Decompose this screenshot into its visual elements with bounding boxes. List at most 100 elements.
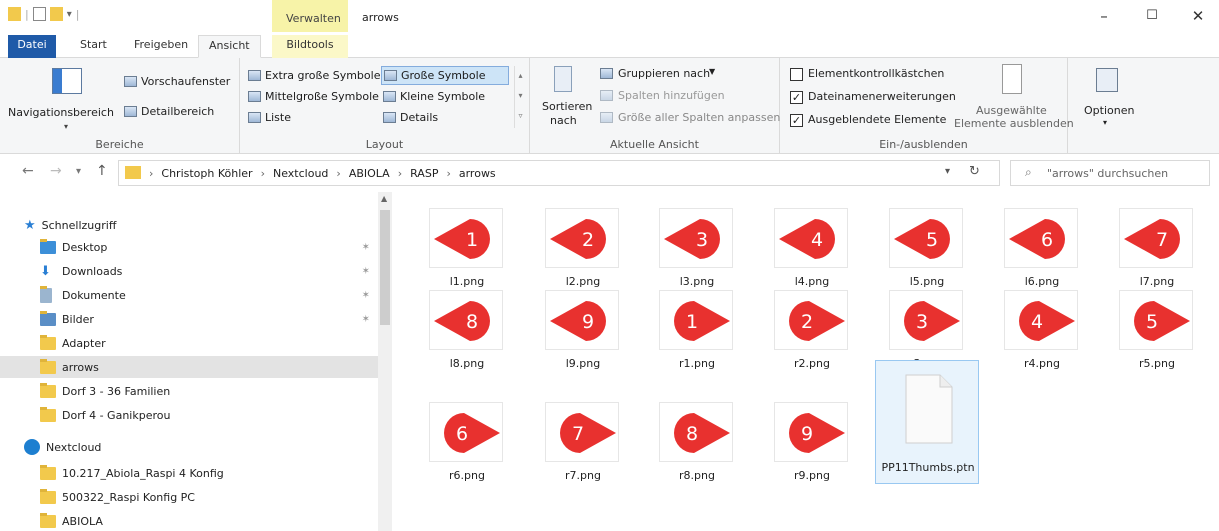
breadcrumb-item[interactable]: Nextcloud bbox=[273, 167, 328, 180]
manage-context-tab[interactable]: Verwalten bbox=[272, 0, 348, 32]
file-thumbnail: 9 bbox=[774, 402, 848, 462]
sort-by-button[interactable]: Sortieren bbox=[542, 100, 592, 113]
file-item[interactable]: PP11Thumbs.ptn bbox=[875, 360, 979, 484]
breadcrumb-item[interactable]: arrows bbox=[459, 167, 496, 180]
nav-quick-access[interactable]: ★ Schnellzugriff bbox=[24, 214, 362, 236]
address-bar[interactable]: › Christoph Köhler › Nextcloud › ABIOLA … bbox=[118, 160, 1000, 186]
group-label: Ein-/ausblenden bbox=[879, 138, 968, 151]
up-button[interactable]: ↑ bbox=[96, 163, 108, 179]
layout-list[interactable]: Liste bbox=[246, 108, 381, 127]
tab-view[interactable]: Ansicht bbox=[198, 35, 261, 58]
properties-icon[interactable] bbox=[32, 7, 46, 21]
qat-dropdown-icon[interactable]: ▾ bbox=[67, 9, 72, 20]
scrollbar-thumb[interactable] bbox=[380, 210, 390, 325]
arrow-marker-icon: 8 bbox=[674, 413, 730, 453]
nav-documents[interactable]: Dokumente ✶ bbox=[40, 284, 378, 306]
details-pane-button[interactable]: Detailbereich bbox=[141, 105, 214, 118]
layout-small-icons[interactable]: Kleine Symbole bbox=[381, 87, 509, 106]
chevron-down-icon[interactable]: ▼ bbox=[709, 67, 715, 76]
nav-desktop[interactable]: Desktop ✶ bbox=[40, 236, 378, 258]
size-columns-button[interactable]: Größe aller Spalten anpassen bbox=[618, 111, 780, 124]
options-button[interactable]: Optionen bbox=[1084, 104, 1134, 117]
layout-medium-icons[interactable]: Mittelgroße Symbole bbox=[246, 87, 381, 106]
folder-icon bbox=[40, 334, 56, 350]
close-button[interactable]: ✕ bbox=[1188, 6, 1208, 26]
back-button[interactable]: ← bbox=[22, 163, 34, 179]
layout-extra-large-icons[interactable]: Extra große Symbole bbox=[246, 66, 381, 85]
navigation-pane-button[interactable]: Navigationsbereich bbox=[8, 106, 114, 119]
nav-scrollbar[interactable]: ▲ bbox=[378, 192, 392, 531]
file-item[interactable]: 9 r9.png bbox=[760, 392, 864, 502]
arrow-number: 6 bbox=[1041, 229, 1053, 251]
file-name: PP11Thumbs.ptn bbox=[881, 461, 975, 474]
breadcrumb-item[interactable]: Christoph Köhler bbox=[161, 167, 252, 180]
chevron-down-icon[interactable]: ▾ bbox=[64, 122, 68, 131]
file-item[interactable]: 2 r2.png bbox=[760, 280, 864, 390]
breadcrumb-item[interactable]: ABIOLA bbox=[349, 167, 390, 180]
sort-by-button-2[interactable]: nach bbox=[550, 114, 577, 127]
layout-details[interactable]: Details bbox=[381, 108, 509, 127]
pin-icon[interactable]: ✶ bbox=[362, 314, 370, 325]
maximize-button[interactable]: ☐ bbox=[1142, 6, 1162, 26]
file-name: r5.png bbox=[1139, 357, 1175, 370]
file-item[interactable]: 5 r5.png bbox=[1105, 280, 1209, 390]
file-name: r2.png bbox=[794, 357, 830, 370]
file-thumbnail: 7 bbox=[545, 402, 619, 462]
nextcloud-icon bbox=[24, 439, 40, 455]
file-item[interactable]: 4 r4.png bbox=[990, 280, 1094, 390]
pin-icon[interactable]: ✶ bbox=[362, 266, 370, 277]
separator: | bbox=[25, 7, 29, 21]
file-thumbnail: 8 bbox=[429, 290, 503, 350]
arrow-marker-icon: 9 bbox=[550, 301, 606, 341]
file-extensions-checkbox[interactable]: ✓ bbox=[790, 91, 803, 104]
scroll-up-icon[interactable]: ▲ bbox=[381, 194, 387, 203]
preview-pane-button[interactable]: Vorschaufenster bbox=[141, 75, 230, 88]
nav-dorf3[interactable]: Dorf 3 - 36 Familien bbox=[40, 380, 378, 402]
hide-selected-button[interactable]: Ausgewählte bbox=[976, 104, 1047, 117]
file-name: l8.png bbox=[449, 357, 485, 370]
minimize-button[interactable]: – bbox=[1094, 6, 1114, 26]
add-columns-button[interactable]: Spalten hinzufügen bbox=[618, 89, 725, 102]
nav-downloads[interactable]: ⬇ Downloads ✶ bbox=[40, 260, 378, 282]
nav-konfig2[interactable]: 500322_Raspi Konfig PC bbox=[40, 486, 378, 508]
breadcrumb-item[interactable]: RASP bbox=[410, 167, 438, 180]
file-item[interactable]: 1 r1.png bbox=[645, 280, 749, 390]
file-name: r1.png bbox=[679, 357, 715, 370]
refresh-icon[interactable]: ↻ bbox=[969, 164, 980, 179]
tab-start[interactable]: Start bbox=[70, 35, 117, 58]
address-dropdown-icon[interactable]: ▾ bbox=[945, 166, 950, 177]
nav-konfig1[interactable]: 10.217_Abiola_Raspi 4 Konfig bbox=[40, 462, 378, 484]
search-box[interactable]: ⌕ "arrows" durchsuchen bbox=[1010, 160, 1210, 186]
layout-large-icons[interactable]: Große Symbole bbox=[381, 66, 509, 85]
nav-nextcloud[interactable]: Nextcloud bbox=[24, 436, 362, 458]
arrow-number: 4 bbox=[811, 229, 823, 251]
arrow-number: 3 bbox=[696, 229, 708, 251]
forward-button[interactable]: → bbox=[50, 163, 62, 179]
file-name: l9.png bbox=[565, 357, 601, 370]
recent-locations-icon[interactable]: ▾ bbox=[76, 166, 81, 177]
tab-share[interactable]: Freigeben bbox=[124, 35, 198, 58]
group-by-button[interactable]: Gruppieren nach bbox=[618, 67, 710, 80]
hidden-items-checkbox[interactable]: ✓ bbox=[790, 114, 803, 127]
nav-dorf4[interactable]: Dorf 4 - Ganikperou bbox=[40, 404, 378, 426]
nav-abiola[interactable]: ABIOLA bbox=[40, 510, 378, 531]
nav-arrows[interactable]: arrows bbox=[0, 356, 378, 378]
file-item[interactable]: 8 l8.png bbox=[415, 280, 519, 390]
document-icon bbox=[40, 285, 52, 303]
file-item[interactable]: 6 r6.png bbox=[415, 392, 519, 502]
nav-adapter[interactable]: Adapter bbox=[40, 332, 378, 354]
pin-icon[interactable]: ✶ bbox=[362, 242, 370, 253]
tab-picture-tools[interactable]: Bildtools bbox=[272, 35, 348, 58]
size-columns-icon bbox=[600, 112, 613, 123]
layout-scroll[interactable]: ▴ ▾ ▿ bbox=[514, 66, 526, 128]
nav-pictures[interactable]: Bilder ✶ bbox=[40, 308, 378, 330]
file-item[interactable]: 7 r7.png bbox=[531, 392, 635, 502]
item-checkboxes-checkbox[interactable] bbox=[790, 68, 803, 81]
chevron-down-icon[interactable]: ▾ bbox=[1103, 118, 1107, 127]
new-folder-icon[interactable] bbox=[49, 7, 63, 21]
file-thumbnail: 2 bbox=[545, 208, 619, 268]
hide-selected-button-2[interactable]: Elemente ausblenden bbox=[954, 117, 1074, 130]
pin-icon[interactable]: ✶ bbox=[362, 290, 370, 301]
file-item[interactable]: 9 l9.png bbox=[531, 280, 635, 390]
file-item[interactable]: 8 r8.png bbox=[645, 392, 749, 502]
